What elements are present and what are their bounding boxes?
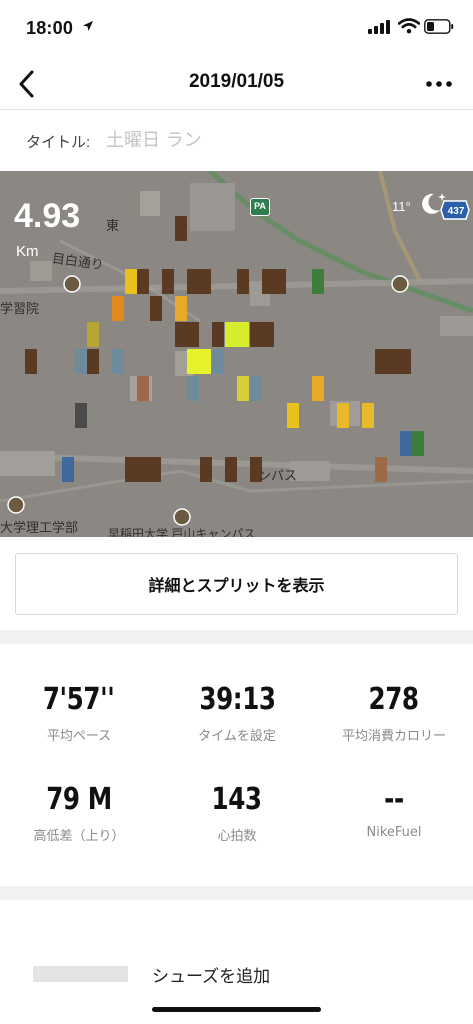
status-time: 18:00 — [26, 18, 74, 38]
page-title: 2019/01/05 — [188, 71, 285, 92]
stat-label: 高低差（上り） — [33, 829, 125, 844]
stat-heart-rate: 143 心拍数 — [158, 782, 316, 844]
stat-value: 278 — [368, 682, 420, 717]
stat-elevation-gain: 79 M 高低差（上り） — [0, 782, 158, 844]
shoe-thumbnail — [33, 966, 128, 982]
map-label-higashi: 東 — [106, 218, 120, 233]
title-row: タイトル: — [0, 111, 473, 171]
stat-value: -- — [384, 782, 404, 817]
map-label-gakushuin: 学習院 — [0, 301, 40, 316]
stat-value: 39:13 — [198, 682, 276, 717]
location-arrow-icon — [83, 21, 93, 31]
section-divider — [0, 886, 473, 900]
stat-nikefuel: -- NikeFuel — [315, 782, 473, 840]
stat-value: 79 M — [46, 782, 112, 817]
more-dots-icon — [426, 81, 452, 87]
distance-unit: Km — [16, 243, 39, 260]
stat-value: 143 — [211, 782, 263, 817]
more-options-button[interactable] — [419, 66, 459, 102]
cellular-signal-icon — [368, 20, 390, 34]
nav-bar: 2019/01/05 — [0, 58, 473, 110]
battery-icon — [424, 19, 454, 34]
run-title-input[interactable] — [106, 125, 436, 155]
wifi-icon — [398, 18, 420, 34]
stat-value: 7'57'' — [43, 682, 115, 717]
stat-label: 心拍数 — [217, 829, 257, 844]
stat-avg-pace: 7'57'' 平均ペース — [0, 682, 158, 744]
stat-label: 平均ペース — [46, 729, 112, 744]
stat-calories: 278 平均消費カロリー — [315, 682, 473, 744]
title-label: タイトル: — [26, 134, 91, 151]
add-shoes-link[interactable]: シューズを追加 — [152, 962, 270, 987]
route-number-badge-icon: 437 — [440, 200, 470, 220]
stat-label: NikeFuel — [366, 825, 422, 840]
temperature: 11° — [392, 199, 411, 214]
status-bar: 18:00 — [0, 0, 473, 58]
distance-value: 4.93 — [14, 197, 81, 235]
stat-label: 平均消費カロリー — [341, 729, 446, 744]
map-label-waseda-toyama: 早稲田大学 戸山キャンパス — [108, 527, 256, 537]
parking-area-badge: PA — [250, 198, 270, 216]
section-divider — [0, 630, 473, 644]
map-label-campus: ンパス — [258, 468, 298, 483]
show-details-splits-button[interactable]: 詳細とスプリットを表示 — [15, 553, 458, 615]
home-indicator — [152, 1007, 321, 1012]
map-label-science-faculty: 大学理工学部 — [0, 520, 79, 535]
stat-time: 39:13 タイムを設定 — [158, 682, 316, 744]
shoes-row[interactable]: シューズを追加 — [0, 900, 473, 1024]
route-number: 437 — [448, 206, 465, 217]
stats-grid: 7'57'' 平均ペース 39:13 タイムを設定 278 平均消費カロリー 7… — [0, 646, 473, 886]
stat-label: タイムを設定 — [198, 729, 276, 744]
